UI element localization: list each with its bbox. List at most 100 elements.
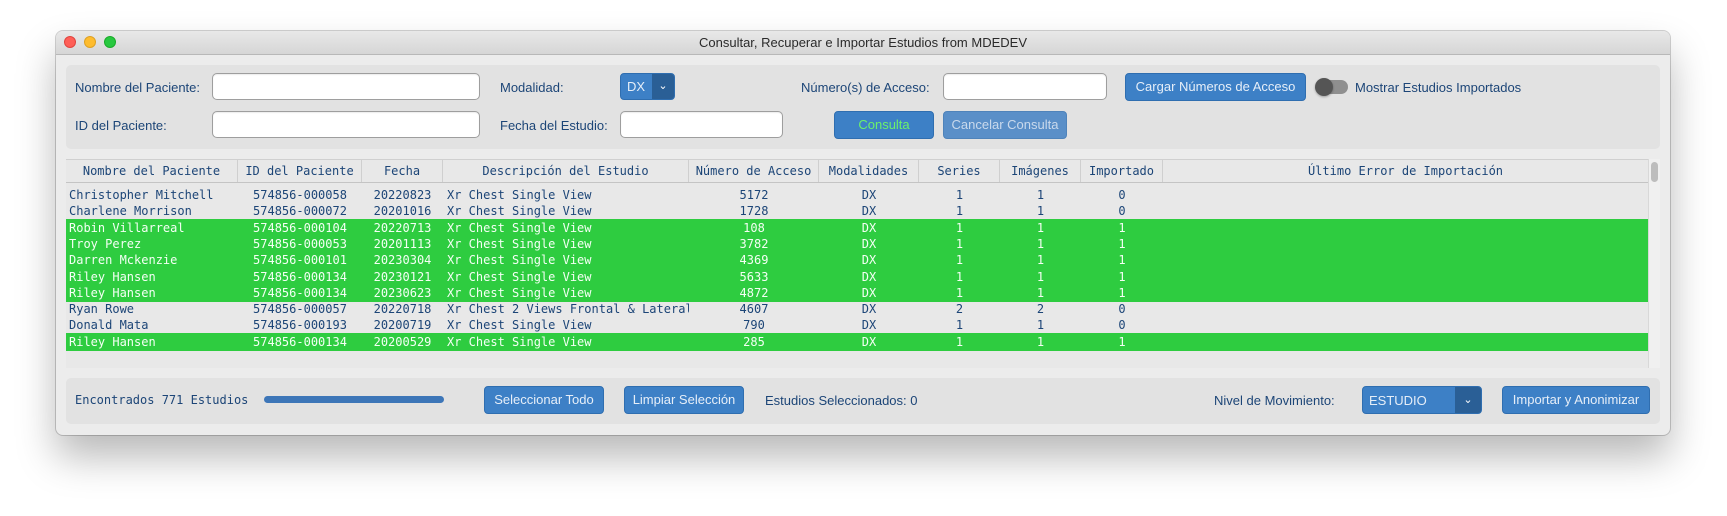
table-cell-id: 574856-000104 bbox=[253, 220, 347, 235]
modality-select[interactable]: DX ⌄ bbox=[620, 73, 675, 100]
footer-panel: Encontrados 771 Estudios Seleccionar Tod… bbox=[66, 378, 1660, 424]
table-cell-date: 20200719 bbox=[373, 318, 432, 333]
table-cell-mod: DX bbox=[861, 236, 877, 251]
results-table[interactable]: Nombre del Paciente ID del Paciente Fecha D… bbox=[66, 159, 1660, 368]
vertical-scrollbar[interactable] bbox=[1648, 159, 1660, 368]
table-cell-acc: 5172 bbox=[739, 188, 769, 202]
table-cell-name: Christopher Mitchell bbox=[69, 188, 214, 202]
table-cell-mod: DX bbox=[861, 188, 877, 202]
table-row[interactable]: Donald Mata 574856-000193 20200719 Xr Chest… bbox=[66, 316, 1649, 334]
table-cell-series: 2 bbox=[955, 302, 964, 317]
cancel-query-button[interactable]: Cancelar Consulta bbox=[943, 111, 1067, 139]
table-row[interactable]: Darren Mckenzie 574856-000101 20230304 Xr C… bbox=[66, 251, 1649, 270]
column-header[interactable]: Número de Acceso bbox=[689, 160, 819, 182]
table-cell-mod: DX bbox=[861, 220, 877, 235]
load-accession-button[interactable]: Cargar Números de Acceso bbox=[1125, 73, 1306, 101]
column-header[interactable]: Descripción del Estudio bbox=[443, 160, 689, 182]
table-cell-error bbox=[1167, 235, 1649, 253]
table-cell-desc: Xr Chest Single View bbox=[447, 318, 592, 333]
table-cell-error bbox=[1167, 251, 1649, 269]
show-imported-toggle[interactable] bbox=[1315, 78, 1348, 96]
table-cell-imported: 1 bbox=[1118, 285, 1126, 300]
table-cell-name: Donald Mata bbox=[69, 318, 149, 333]
table-row[interactable]: Riley Hansen 574856-000134 20200529 Xr Ches… bbox=[66, 332, 1649, 351]
column-header[interactable]: Modalidades bbox=[819, 160, 919, 182]
table-cell-images: 2 bbox=[1036, 302, 1045, 317]
select-all-button[interactable]: Seleccionar Todo bbox=[484, 386, 604, 414]
column-header[interactable]: Importado bbox=[1081, 160, 1163, 182]
table-cell-mod: DX bbox=[861, 302, 877, 317]
table-cell-images: 1 bbox=[1036, 285, 1045, 300]
table-cell-id: 574856-000072 bbox=[253, 204, 347, 219]
table-cell-images: 1 bbox=[1036, 253, 1045, 268]
query-button[interactable]: Consulta bbox=[834, 111, 934, 139]
table-cell-desc: Xr Chest Single View bbox=[447, 269, 592, 284]
table-cell-imported: 1 bbox=[1118, 236, 1126, 251]
table-cell-acc: 790 bbox=[743, 318, 765, 333]
patient-name-input[interactable] bbox=[212, 73, 480, 100]
table-row[interactable]: Ryan Rowe 574856-000057 20220718 Xr Chest 2… bbox=[66, 300, 1649, 318]
table-cell-name: Riley Hansen bbox=[69, 334, 156, 349]
table-cell-acc: 4607 bbox=[739, 302, 769, 317]
table-cell-date: 20230304 bbox=[373, 253, 432, 268]
search-panel: Nombre del Paciente: ID del Paciente: Mo… bbox=[66, 65, 1660, 149]
window-title: Consultar, Recuperar e Importar Estudios… bbox=[698, 35, 1027, 50]
table-cell-error bbox=[1167, 300, 1649, 318]
table-row[interactable]: Robin Villarreal 574856-000104 20220713 Xr … bbox=[66, 218, 1649, 237]
table-cell-date: 20220823 bbox=[373, 188, 432, 202]
table-cell-name: Riley Hansen bbox=[69, 285, 156, 300]
table-cell-series: 1 bbox=[955, 285, 964, 300]
table-cell-mod: DX bbox=[861, 318, 877, 333]
accession-input[interactable] bbox=[943, 73, 1107, 100]
table-cell-images: 1 bbox=[1036, 318, 1045, 333]
column-header[interactable]: Series bbox=[919, 160, 1000, 182]
table-cell-series: 1 bbox=[955, 269, 964, 284]
table-cell-images: 1 bbox=[1036, 220, 1045, 235]
study-date-input[interactable] bbox=[620, 111, 783, 138]
table-cell-imported: 0 bbox=[1118, 204, 1126, 219]
table-cell-imported: 1 bbox=[1118, 334, 1126, 349]
column-header[interactable]: ID del Paciente bbox=[238, 160, 362, 182]
accession-label: Número(s) de Acceso: bbox=[801, 80, 930, 95]
column-header[interactable]: Fecha bbox=[362, 160, 443, 182]
table-cell-images: 1 bbox=[1036, 188, 1045, 202]
movement-level-value: ESTUDIO bbox=[1369, 393, 1427, 408]
column-header[interactable]: Nombre del Paciente bbox=[66, 160, 238, 182]
table-row[interactable]: Riley Hansen 574856-000134 20230623 Xr Ches… bbox=[66, 283, 1649, 302]
table-cell-name: Charlene Morrison bbox=[69, 204, 192, 219]
table-cell-desc: Xr Chest Single View bbox=[447, 253, 592, 268]
table-cell-id: 574856-000057 bbox=[253, 302, 347, 317]
chevron-down-icon: ⌄ bbox=[1455, 387, 1481, 413]
table-cell-imported: 1 bbox=[1118, 220, 1126, 235]
table-cell-mod: DX bbox=[861, 269, 877, 284]
table-cell-name: Ryan Rowe bbox=[69, 302, 135, 317]
clear-selection-button[interactable]: Limpiar Selección bbox=[624, 386, 744, 414]
table-cell-date: 20201016 bbox=[373, 204, 432, 219]
modality-label: Modalidad: bbox=[500, 80, 564, 95]
table-cell-desc: Xr Chest Single View bbox=[447, 236, 592, 251]
table-cell-imported: 0 bbox=[1118, 318, 1126, 333]
table-cell-imported: 1 bbox=[1118, 269, 1126, 284]
table-row[interactable]: Troy Perez 574856-000053 20201113 Xr Chest … bbox=[66, 234, 1649, 253]
table-row[interactable]: Charlene Morrison 574856-000072 20201016 Xr… bbox=[66, 202, 1649, 220]
movement-level-select[interactable]: ESTUDIO ⌄ bbox=[1362, 386, 1482, 414]
table-cell-name: Troy Perez bbox=[69, 236, 142, 251]
column-header[interactable]: Imágenes bbox=[1000, 160, 1081, 182]
toggle-knob bbox=[1315, 78, 1333, 96]
table-row[interactable]: Christopher Mitchell 574856-000058 2022082… bbox=[66, 186, 1649, 204]
import-anonymize-button[interactable]: Importar y Anonimizar bbox=[1502, 386, 1650, 414]
show-imported-label: Mostrar Estudios Importados bbox=[1355, 80, 1522, 95]
scrollbar-thumb[interactable] bbox=[1651, 162, 1658, 182]
chevron-down-icon: ⌄ bbox=[652, 74, 674, 99]
table-cell-desc: Xr Chest Single View bbox=[447, 220, 592, 235]
column-header[interactable]: Último Error de Importación bbox=[1163, 160, 1649, 182]
table-row[interactable]: Riley Hansen 574856-000134 20230121 Xr Ches… bbox=[66, 267, 1649, 286]
table-cell-acc: 4872 bbox=[739, 285, 769, 300]
patient-id-input[interactable] bbox=[212, 111, 480, 138]
patient-name-label: Nombre del Paciente: bbox=[75, 80, 201, 95]
table-cell-id: 574856-000134 bbox=[253, 334, 347, 349]
main-window: Consultar, Recuperar e Importar Estudios… bbox=[56, 31, 1670, 435]
table-cell-acc: 108 bbox=[743, 220, 765, 235]
table-cell-mod: DX bbox=[861, 334, 877, 349]
found-studies-label: Encontrados 771 Estudios bbox=[75, 393, 249, 407]
